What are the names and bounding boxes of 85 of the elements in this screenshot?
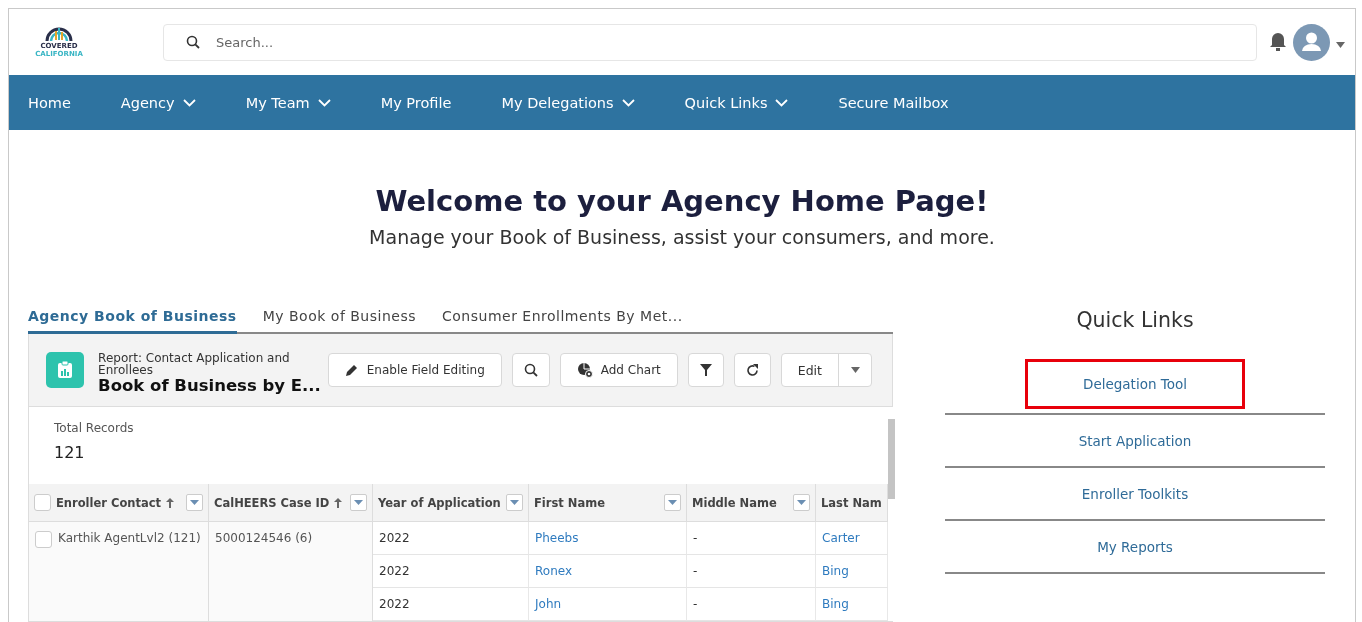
- column-menu-button[interactable]: [350, 494, 367, 511]
- search-bar[interactable]: Search...: [163, 23, 1257, 61]
- edit-fields-button[interactable]: Enable Field Editing: [327, 353, 502, 387]
- checkbox[interactable]: [35, 531, 52, 548]
- table-cell: -: [687, 588, 816, 621]
- table-cell: -: [687, 522, 816, 555]
- caret-down-icon: [668, 500, 677, 505]
- caret-down-icon: [797, 500, 806, 505]
- sort-up-icon: [166, 497, 175, 508]
- column-header[interactable]: Middle Name: [687, 484, 816, 522]
- logo-icon: [44, 26, 74, 42]
- nav-item[interactable]: My Team: [245, 94, 331, 111]
- pencil-icon: [344, 363, 359, 377]
- table-cell[interactable]: Bing: [816, 588, 888, 621]
- quick-link[interactable]: Start Application: [1078, 432, 1192, 449]
- checkbox[interactable]: [34, 494, 51, 511]
- chevron-down-icon: [317, 98, 331, 107]
- pie-chart-icon: [576, 362, 593, 378]
- scrollbar[interactable]: [887, 407, 895, 621]
- column-header[interactable]: Enroller Contact: [29, 484, 209, 522]
- table-cell: -: [687, 555, 816, 588]
- caret-down-icon: [190, 500, 199, 505]
- total-records-label: Total Records: [54, 421, 135, 435]
- table-cell: Karthik AgentLvl2 (121): [58, 531, 201, 545]
- table-cell: 2022: [373, 588, 529, 621]
- page-subtitle: Manage your Book of Business, assist your consumers, and more.: [369, 226, 995, 248]
- column-header[interactable]: First Name: [529, 484, 687, 522]
- table-cell[interactable]: Pheebs: [529, 522, 687, 555]
- nav-item[interactable]: My Delegations: [501, 94, 635, 111]
- search-icon: [523, 363, 538, 377]
- column-menu-button[interactable]: [506, 494, 523, 511]
- sort-up-icon: [334, 497, 343, 508]
- nav-item[interactable]: Home: [28, 94, 71, 111]
- report-type: Report: Contact Application and Enrollees: [98, 351, 291, 376]
- report-title: Book of Business by E...: [98, 375, 322, 395]
- column-title: Last Nam: [821, 495, 882, 510]
- table-cell: 5000124546 (6): [215, 531, 313, 545]
- column-menu-button[interactable]: [186, 494, 203, 511]
- caret-down-icon: [510, 500, 519, 505]
- quick-links-title: Quick Links: [1076, 308, 1194, 332]
- nav-item[interactable]: My Profile: [380, 94, 452, 111]
- filter-button[interactable]: [687, 353, 724, 387]
- chevron-down-icon: [621, 98, 635, 107]
- table-cell: 2022: [373, 522, 529, 555]
- column-title: Year of Application: [378, 495, 501, 510]
- tab[interactable]: My Book of Business: [262, 300, 416, 334]
- table-cell[interactable]: Bing: [816, 555, 888, 588]
- total-records-value: 121: [54, 443, 86, 462]
- caret-down-icon: [850, 367, 860, 373]
- avatar-icon[interactable]: [1293, 23, 1330, 61]
- edit-button[interactable]: Edit: [781, 354, 839, 386]
- refresh-button[interactable]: [733, 353, 771, 387]
- column-header[interactable]: Year of Application: [373, 484, 529, 522]
- column-title: Middle Name: [692, 495, 777, 510]
- add-chart-button[interactable]: Add Chart: [559, 353, 678, 387]
- table-cell[interactable]: John: [529, 588, 687, 621]
- refresh-icon: [745, 363, 759, 377]
- nav-item[interactable]: Quick Links: [684, 94, 789, 111]
- chevron-down-icon: [182, 98, 196, 107]
- filter-icon: [699, 364, 712, 376]
- tab[interactable]: Consumer Enrollments By Met...: [442, 300, 683, 334]
- quick-link[interactable]: Enroller Toolkits: [1081, 485, 1189, 502]
- report-icon: [46, 352, 85, 388]
- quick-link[interactable]: Delegation Tool: [1025, 358, 1245, 409]
- table-cell: 2022: [373, 555, 529, 588]
- edit-split-button[interactable]: Edit: [780, 353, 872, 387]
- caret-down-icon: [354, 500, 363, 505]
- nav-item[interactable]: Agency: [120, 94, 196, 111]
- column-menu-button[interactable]: [664, 494, 681, 511]
- page-title: Welcome to your Agency Home Page!: [375, 184, 989, 218]
- table-cell[interactable]: Ronex: [529, 555, 687, 588]
- table-cell[interactable]: Carter: [816, 522, 888, 555]
- search-icon: [186, 35, 200, 49]
- column-title: First Name: [534, 495, 605, 510]
- search-button[interactable]: [511, 353, 550, 387]
- quick-link[interactable]: My Reports: [1097, 538, 1173, 555]
- column-menu-button[interactable]: [793, 494, 810, 511]
- column-header[interactable]: CalHEERS Case ID: [209, 484, 373, 522]
- chevron-down-icon: [775, 98, 789, 107]
- column-header[interactable]: Last Nam: [816, 484, 888, 522]
- column-title: CalHEERS Case ID: [214, 495, 330, 510]
- column-title: Enroller Contact: [56, 495, 162, 510]
- bell-icon[interactable]: [1269, 32, 1287, 52]
- nav-item[interactable]: Secure Mailbox: [838, 94, 949, 111]
- caret-down-icon: [1336, 41, 1345, 48]
